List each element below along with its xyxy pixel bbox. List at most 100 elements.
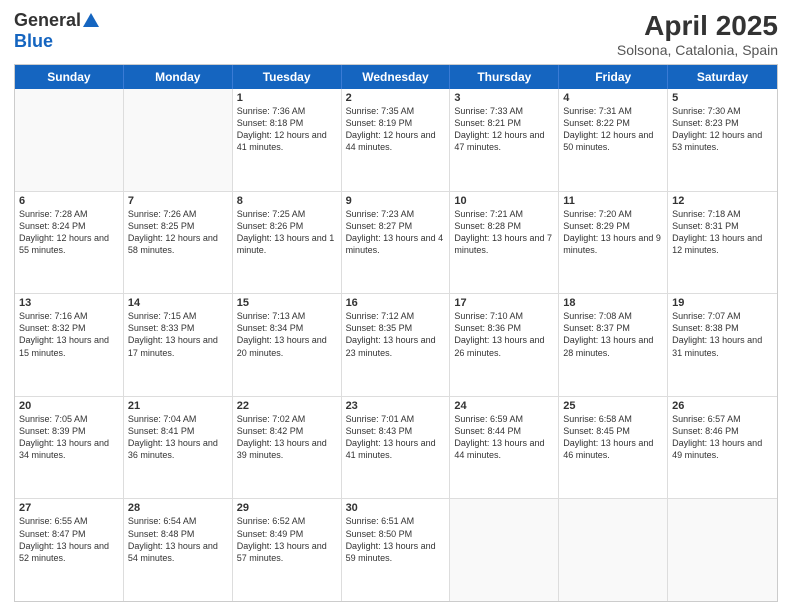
logo-blue-text: Blue [14,31,53,52]
day-number: 14 [128,297,228,309]
calendar-cell: 19Sunrise: 7:07 AMSunset: 8:38 PMDayligh… [668,294,777,396]
day-header-tuesday: Tuesday [233,65,342,89]
calendar-cell: 22Sunrise: 7:02 AMSunset: 8:42 PMDayligh… [233,397,342,499]
day-header-sunday: Sunday [15,65,124,89]
day-number: 5 [672,92,773,104]
day-header-monday: Monday [124,65,233,89]
calendar-cell: 30Sunrise: 6:51 AMSunset: 8:50 PMDayligh… [342,499,451,601]
calendar-cell [559,499,668,601]
calendar-cell: 11Sunrise: 7:20 AMSunset: 8:29 PMDayligh… [559,192,668,294]
calendar-cell: 13Sunrise: 7:16 AMSunset: 8:32 PMDayligh… [15,294,124,396]
calendar-cell: 18Sunrise: 7:08 AMSunset: 8:37 PMDayligh… [559,294,668,396]
cell-info: Sunrise: 7:01 AMSunset: 8:43 PMDaylight:… [346,413,446,462]
cell-info: Sunrise: 6:54 AMSunset: 8:48 PMDaylight:… [128,515,228,564]
calendar-cell: 3Sunrise: 7:33 AMSunset: 8:21 PMDaylight… [450,89,559,191]
calendar-body: 1Sunrise: 7:36 AMSunset: 8:18 PMDaylight… [15,89,777,601]
day-number: 10 [454,195,554,207]
day-number: 18 [563,297,663,309]
day-number: 26 [672,400,773,412]
day-number: 19 [672,297,773,309]
calendar-cell: 9Sunrise: 7:23 AMSunset: 8:27 PMDaylight… [342,192,451,294]
day-number: 1 [237,92,337,104]
cell-info: Sunrise: 7:26 AMSunset: 8:25 PMDaylight:… [128,208,228,257]
day-number: 9 [346,195,446,207]
main-title: April 2025 [617,10,778,42]
day-number: 7 [128,195,228,207]
cell-info: Sunrise: 7:15 AMSunset: 8:33 PMDaylight:… [128,310,228,359]
day-number: 12 [672,195,773,207]
calendar-row: 6Sunrise: 7:28 AMSunset: 8:24 PMDaylight… [15,191,777,294]
cell-info: Sunrise: 7:07 AMSunset: 8:38 PMDaylight:… [672,310,773,359]
cell-info: Sunrise: 6:59 AMSunset: 8:44 PMDaylight:… [454,413,554,462]
day-number: 15 [237,297,337,309]
cell-info: Sunrise: 6:55 AMSunset: 8:47 PMDaylight:… [19,515,119,564]
calendar-cell: 7Sunrise: 7:26 AMSunset: 8:25 PMDaylight… [124,192,233,294]
day-number: 24 [454,400,554,412]
calendar-cell: 12Sunrise: 7:18 AMSunset: 8:31 PMDayligh… [668,192,777,294]
calendar-cell: 20Sunrise: 7:05 AMSunset: 8:39 PMDayligh… [15,397,124,499]
calendar-cell: 4Sunrise: 7:31 AMSunset: 8:22 PMDaylight… [559,89,668,191]
cell-info: Sunrise: 7:10 AMSunset: 8:36 PMDaylight:… [454,310,554,359]
calendar-cell: 25Sunrise: 6:58 AMSunset: 8:45 PMDayligh… [559,397,668,499]
day-header-thursday: Thursday [450,65,559,89]
calendar-cell: 29Sunrise: 6:52 AMSunset: 8:49 PMDayligh… [233,499,342,601]
title-block: April 2025 Solsona, Catalonia, Spain [617,10,778,58]
calendar-row: 13Sunrise: 7:16 AMSunset: 8:32 PMDayligh… [15,293,777,396]
day-number: 23 [346,400,446,412]
cell-info: Sunrise: 7:21 AMSunset: 8:28 PMDaylight:… [454,208,554,257]
day-number: 29 [237,502,337,514]
cell-info: Sunrise: 7:23 AMSunset: 8:27 PMDaylight:… [346,208,446,257]
calendar-cell: 28Sunrise: 6:54 AMSunset: 8:48 PMDayligh… [124,499,233,601]
day-header-friday: Friday [559,65,668,89]
day-number: 3 [454,92,554,104]
day-number: 30 [346,502,446,514]
calendar-cell: 2Sunrise: 7:35 AMSunset: 8:19 PMDaylight… [342,89,451,191]
calendar-cell: 10Sunrise: 7:21 AMSunset: 8:28 PMDayligh… [450,192,559,294]
calendar: SundayMondayTuesdayWednesdayThursdayFrid… [14,64,778,602]
logo: General Blue [14,10,99,52]
calendar-cell: 14Sunrise: 7:15 AMSunset: 8:33 PMDayligh… [124,294,233,396]
calendar-row: 27Sunrise: 6:55 AMSunset: 8:47 PMDayligh… [15,498,777,601]
day-number: 2 [346,92,446,104]
calendar-cell [450,499,559,601]
cell-info: Sunrise: 7:28 AMSunset: 8:24 PMDaylight:… [19,208,119,257]
calendar-cell: 5Sunrise: 7:30 AMSunset: 8:23 PMDaylight… [668,89,777,191]
calendar-cell: 21Sunrise: 7:04 AMSunset: 8:41 PMDayligh… [124,397,233,499]
cell-info: Sunrise: 6:52 AMSunset: 8:49 PMDaylight:… [237,515,337,564]
cell-info: Sunrise: 7:36 AMSunset: 8:18 PMDaylight:… [237,105,337,154]
cell-info: Sunrise: 7:31 AMSunset: 8:22 PMDaylight:… [563,105,663,154]
calendar-cell: 26Sunrise: 6:57 AMSunset: 8:46 PMDayligh… [668,397,777,499]
cell-info: Sunrise: 7:16 AMSunset: 8:32 PMDaylight:… [19,310,119,359]
cell-info: Sunrise: 6:57 AMSunset: 8:46 PMDaylight:… [672,413,773,462]
calendar-cell: 15Sunrise: 7:13 AMSunset: 8:34 PMDayligh… [233,294,342,396]
cell-info: Sunrise: 7:02 AMSunset: 8:42 PMDaylight:… [237,413,337,462]
day-number: 13 [19,297,119,309]
page: General Blue April 2025 Solsona, Catalon… [0,0,792,612]
calendar-cell [668,499,777,601]
cell-info: Sunrise: 7:13 AMSunset: 8:34 PMDaylight:… [237,310,337,359]
calendar-cell: 8Sunrise: 7:25 AMSunset: 8:26 PMDaylight… [233,192,342,294]
cell-info: Sunrise: 7:20 AMSunset: 8:29 PMDaylight:… [563,208,663,257]
calendar-cell: 17Sunrise: 7:10 AMSunset: 8:36 PMDayligh… [450,294,559,396]
calendar-row: 20Sunrise: 7:05 AMSunset: 8:39 PMDayligh… [15,396,777,499]
day-number: 8 [237,195,337,207]
calendar-cell: 16Sunrise: 7:12 AMSunset: 8:35 PMDayligh… [342,294,451,396]
day-number: 17 [454,297,554,309]
day-number: 11 [563,195,663,207]
calendar-row: 1Sunrise: 7:36 AMSunset: 8:18 PMDaylight… [15,89,777,191]
day-number: 6 [19,195,119,207]
cell-info: Sunrise: 7:30 AMSunset: 8:23 PMDaylight:… [672,105,773,154]
logo-triangle-icon [83,13,99,27]
logo-general-text: General [14,10,81,31]
calendar-cell: 1Sunrise: 7:36 AMSunset: 8:18 PMDaylight… [233,89,342,191]
day-number: 25 [563,400,663,412]
day-number: 16 [346,297,446,309]
day-number: 20 [19,400,119,412]
header: General Blue April 2025 Solsona, Catalon… [14,10,778,58]
calendar-cell: 27Sunrise: 6:55 AMSunset: 8:47 PMDayligh… [15,499,124,601]
cell-info: Sunrise: 7:04 AMSunset: 8:41 PMDaylight:… [128,413,228,462]
cell-info: Sunrise: 7:08 AMSunset: 8:37 PMDaylight:… [563,310,663,359]
calendar-header: SundayMondayTuesdayWednesdayThursdayFrid… [15,65,777,89]
day-header-wednesday: Wednesday [342,65,451,89]
calendar-cell: 6Sunrise: 7:28 AMSunset: 8:24 PMDaylight… [15,192,124,294]
